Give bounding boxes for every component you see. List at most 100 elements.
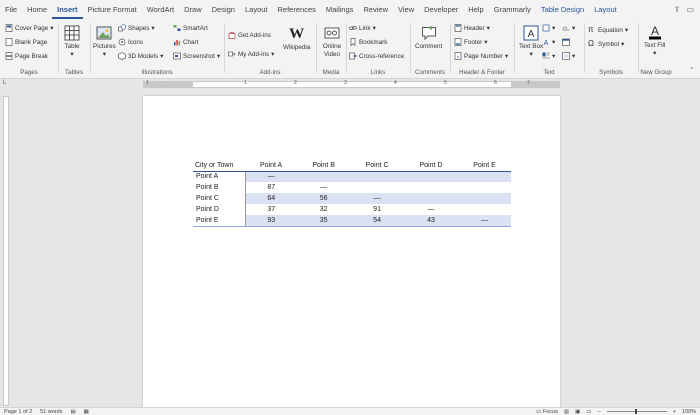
comment-button[interactable]: Comment bbox=[415, 25, 442, 51]
web-layout-icon[interactable]: ▭ bbox=[586, 409, 591, 415]
table-cell[interactable]: 91 bbox=[350, 204, 404, 215]
online-video-button[interactable]: Online Video bbox=[319, 25, 345, 58]
document-page[interactable]: City or Town Point A Point B Point C Point D… bbox=[143, 96, 560, 407]
tab-picture-format[interactable]: Picture Format bbox=[83, 0, 142, 19]
page-break-button[interactable]: Page Break bbox=[5, 52, 48, 60]
zoom-slider[interactable] bbox=[606, 409, 667, 414]
table-cell[interactable]: 35 bbox=[297, 215, 351, 227]
cross-reference-button[interactable]: Cross-reference bbox=[349, 52, 404, 60]
table-cell[interactable]: — bbox=[350, 193, 405, 204]
drop-cap-button[interactable]: ▾ bbox=[542, 52, 555, 60]
pictures-button[interactable]: Pictures ▾ bbox=[93, 25, 116, 58]
text-fill-button[interactable]: A Text Fill ▾ bbox=[644, 24, 665, 57]
read-mode-icon[interactable]: ▥ bbox=[564, 409, 569, 415]
table-cell[interactable] bbox=[404, 193, 458, 204]
table-cell[interactable]: 54 bbox=[350, 215, 405, 227]
wikipedia-button[interactable]: W Wikipedia bbox=[283, 26, 310, 52]
table-cell[interactable] bbox=[457, 193, 511, 204]
word-count[interactable]: 51 words bbox=[40, 409, 62, 415]
column-header[interactable]: City or Town bbox=[193, 160, 245, 172]
tab-insert[interactable]: Insert bbox=[52, 0, 83, 19]
3d-models-button[interactable]: 3D Models ▾ bbox=[118, 52, 163, 60]
table-cell[interactable] bbox=[297, 171, 351, 182]
tab-wordart[interactable]: WordArt bbox=[142, 0, 179, 19]
date-time-button[interactable] bbox=[562, 38, 570, 46]
table-cell[interactable] bbox=[404, 182, 458, 193]
object-button[interactable]: ▾ bbox=[562, 52, 575, 60]
tab-layout[interactable]: Layout bbox=[589, 0, 622, 19]
tab-developer[interactable]: Developer bbox=[419, 0, 463, 19]
text-box-button[interactable]: A Text Box ▾ bbox=[519, 25, 543, 58]
table-cell[interactable]: 56 bbox=[297, 193, 351, 204]
accessibility-icon[interactable]: ▦ bbox=[84, 409, 89, 415]
bookmark-button[interactable]: Bookmark bbox=[349, 38, 387, 46]
table-cell[interactable] bbox=[458, 182, 511, 193]
table-cell[interactable]: 87 bbox=[245, 182, 297, 193]
table-cell[interactable] bbox=[458, 204, 511, 215]
tab-table-design[interactable]: Table Design bbox=[536, 0, 589, 19]
comments-icon[interactable]: ▭ bbox=[686, 5, 694, 14]
quick-parts-button[interactable]: ▾ bbox=[542, 24, 555, 32]
tab-grammarly[interactable]: Grammarly bbox=[489, 0, 536, 19]
cover-page-button[interactable]: Cover Page ▾ bbox=[5, 24, 53, 32]
distance-table[interactable]: City or Town Point A Point B Point C Point D… bbox=[193, 160, 511, 227]
print-layout-icon[interactable]: ▣ bbox=[575, 409, 580, 415]
tab-selector[interactable]: L bbox=[3, 80, 6, 86]
horizontal-ruler[interactable]: L 1 · · 1 2 3 4 5 6 7 bbox=[0, 80, 700, 90]
tab-references[interactable]: References bbox=[273, 0, 321, 19]
vertical-ruler[interactable] bbox=[3, 96, 9, 406]
table-cell[interactable] bbox=[350, 171, 405, 182]
column-header[interactable]: Point E bbox=[457, 160, 511, 172]
zoom-in-button[interactable]: + bbox=[673, 409, 676, 415]
zoom-slider-knob[interactable] bbox=[634, 409, 637, 414]
row-header-cell[interactable]: Point C bbox=[193, 193, 246, 204]
table-cell[interactable] bbox=[404, 171, 458, 182]
zoom-out-button[interactable]: − bbox=[597, 409, 600, 415]
icons-button[interactable]: Icons bbox=[118, 38, 143, 46]
table-cell[interactable] bbox=[350, 182, 404, 193]
screenshot-button[interactable]: Screenshot ▾ bbox=[173, 52, 220, 60]
signature-line-button[interactable]: ▾ bbox=[562, 24, 575, 32]
tab-layout[interactable]: Layout bbox=[240, 0, 273, 19]
share-icon[interactable]: ⇪ bbox=[674, 5, 681, 14]
zoom-level[interactable]: 100% bbox=[682, 409, 696, 415]
table-cell[interactable]: — bbox=[245, 171, 298, 182]
wordart-button[interactable]: A ▾ bbox=[542, 38, 556, 47]
chart-button[interactable]: Chart bbox=[173, 38, 198, 46]
table-cell[interactable]: 43 bbox=[404, 215, 458, 227]
blank-page-button[interactable]: Blank Page bbox=[5, 38, 47, 46]
tab-design[interactable]: Design bbox=[207, 0, 240, 19]
table-cell[interactable]: 32 bbox=[297, 204, 350, 215]
row-header-cell[interactable]: Point D bbox=[193, 204, 246, 215]
smartart-button[interactable]: SmartArt bbox=[173, 24, 208, 32]
equation-button[interactable]: π Equation ▾ bbox=[588, 26, 628, 34]
header-button[interactable]: Header ▾ bbox=[454, 24, 490, 32]
row-header-cell[interactable]: Point B bbox=[193, 182, 246, 193]
table-cell[interactable]: 37 bbox=[245, 204, 297, 215]
table-cell[interactable] bbox=[457, 171, 511, 182]
table-button[interactable]: Table ▾ bbox=[64, 25, 80, 58]
page-number-button[interactable]: # Page Number ▾ bbox=[454, 52, 508, 60]
tab-mailings[interactable]: Mailings bbox=[321, 0, 359, 19]
shapes-button[interactable]: Shapes ▾ bbox=[118, 24, 155, 32]
my-addins-button[interactable]: My Add-ins ▾ bbox=[228, 50, 274, 58]
symbol-button[interactable]: Ω Symbol ▾ bbox=[588, 40, 624, 48]
proofing-icon[interactable]: ▤ bbox=[70, 409, 75, 415]
tab-review[interactable]: Review bbox=[358, 0, 393, 19]
tab-draw[interactable]: Draw bbox=[179, 0, 207, 19]
tab-help[interactable]: Help bbox=[463, 0, 488, 19]
row-header-cell[interactable]: Point A bbox=[193, 171, 246, 182]
table-cell[interactable]: — bbox=[404, 204, 458, 215]
link-button[interactable]: Link ▾ bbox=[349, 24, 376, 32]
tab-home[interactable]: Home bbox=[22, 0, 52, 19]
focus-button[interactable]: ▭ Focus bbox=[536, 409, 558, 415]
tab-file[interactable]: File bbox=[0, 0, 22, 19]
column-header[interactable]: Point B bbox=[297, 160, 351, 172]
table-cell[interactable]: 93 bbox=[245, 215, 298, 227]
row-header-cell[interactable]: Point E bbox=[193, 215, 246, 227]
table-cell[interactable]: — bbox=[457, 215, 511, 227]
get-addins-button[interactable]: Get Add-ins bbox=[228, 31, 271, 39]
table-cell[interactable]: 64 bbox=[245, 193, 298, 204]
table-cell[interactable]: — bbox=[297, 182, 350, 193]
page-count[interactable]: Page 1 of 2 bbox=[4, 409, 32, 415]
